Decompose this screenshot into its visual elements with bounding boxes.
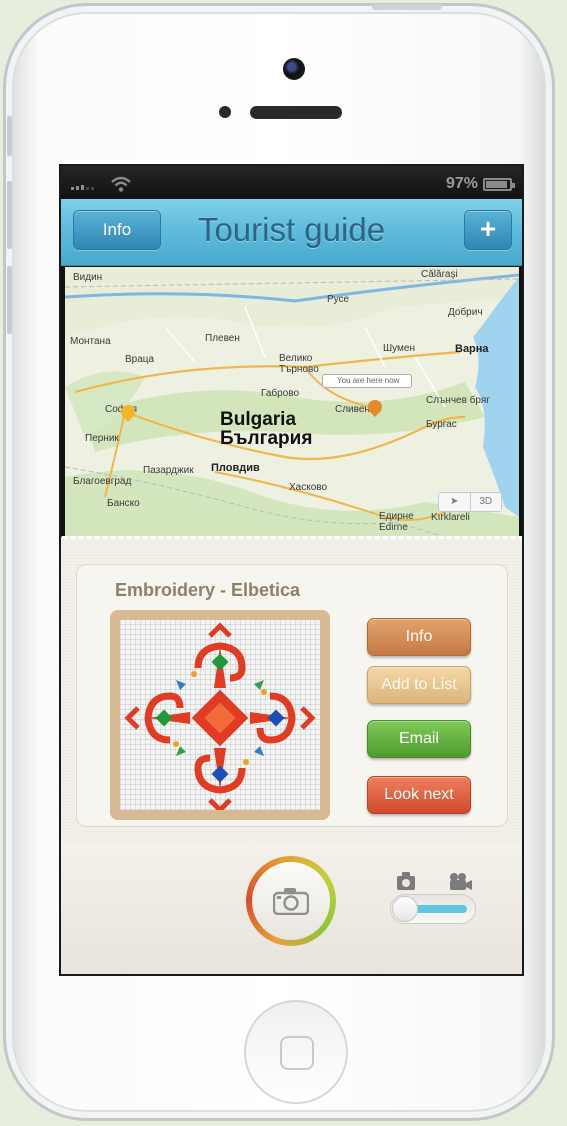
- map-city-label: Плевен: [205, 333, 240, 344]
- earpiece-speaker: [250, 106, 342, 119]
- map-city-label: Русе: [327, 294, 350, 305]
- capture-mode-toggle[interactable]: [390, 894, 476, 924]
- email-button[interactable]: Email: [367, 720, 471, 758]
- map-city-label: Варна: [455, 343, 489, 355]
- map-city-label: Габрово: [261, 388, 300, 399]
- page-title: Tourist guide: [197, 211, 386, 248]
- app-screen: 97% Info Tourist guide + Видин Călărași: [59, 164, 524, 976]
- content-panel: Embroidery - Elbetica Info Add to List E…: [61, 536, 522, 841]
- map-country-label-local: България: [220, 428, 313, 449]
- nav-bar: Info Tourist guide +: [61, 199, 522, 266]
- map-city-label: Пловдив: [211, 462, 260, 474]
- map-city-label: Слънчев бряг: [426, 395, 490, 406]
- volume-up-button: [7, 181, 12, 249]
- map-city-label: Бургас: [426, 419, 457, 430]
- 3d-button[interactable]: 3D: [469, 493, 502, 511]
- item-title: Embroidery - Elbetica: [115, 580, 301, 600]
- map-city-label: Добрич: [448, 307, 483, 318]
- map-view[interactable]: Видин Călărași Русе Добрич Монтана Плеве…: [65, 267, 519, 537]
- volume-down-button: [7, 266, 12, 334]
- wifi-icon: [111, 176, 131, 192]
- shutter-button[interactable]: [246, 856, 336, 946]
- look-next-button[interactable]: Look next: [367, 776, 471, 814]
- map-city-label: Edirne: [379, 522, 408, 533]
- status-bar: 97%: [61, 166, 522, 199]
- item-image-frame[interactable]: [110, 610, 330, 820]
- signal-strength-icon: [71, 185, 94, 190]
- map-country-label: Bulgaria: [220, 409, 297, 430]
- proximity-sensor: [219, 106, 231, 118]
- map-city-label: Kırklareli: [431, 512, 470, 523]
- map-city-label: Шумен: [383, 343, 416, 354]
- front-camera: [283, 58, 305, 80]
- map-city-label: Călărași: [421, 269, 458, 280]
- locate-button[interactable]: ➤: [439, 493, 470, 511]
- map-city-label: Велико Търново: [279, 353, 319, 375]
- map-city-label: Враца: [125, 354, 155, 365]
- power-button: [372, 4, 442, 10]
- capture-bar: [61, 841, 522, 974]
- map-city-label: Банско: [107, 498, 140, 509]
- map-city-label: Сливен: [335, 404, 370, 415]
- capture-mode-icons: [397, 872, 472, 890]
- info-button[interactable]: Info: [367, 618, 471, 656]
- embroidery-pattern-icon: [124, 622, 316, 810]
- map-city-label: Монтана: [70, 336, 111, 347]
- add-button[interactable]: +: [464, 210, 512, 250]
- map-city-label: Едирне: [379, 511, 414, 522]
- battery-icon: [483, 178, 515, 191]
- map-city-label: Перник: [85, 433, 119, 444]
- video-mode-icon: [450, 873, 472, 890]
- torn-edge-divider: [61, 536, 522, 544]
- map-controls: ➤ 3D: [438, 492, 502, 512]
- embroidery-image: [120, 620, 320, 810]
- toggle-knob[interactable]: [392, 896, 418, 922]
- camera-icon: [273, 888, 309, 915]
- item-card: Embroidery - Elbetica Info Add to List E…: [76, 564, 508, 827]
- photo-mode-icon: [397, 872, 415, 890]
- you-are-here-callout[interactable]: You are here now: [322, 374, 412, 388]
- map-city-label: Хасково: [289, 482, 328, 493]
- mute-switch: [7, 116, 12, 156]
- battery-percent: 97%: [445, 175, 478, 192]
- map-city-label: Благоевград: [73, 476, 132, 487]
- add-to-list-button[interactable]: Add to List: [367, 666, 471, 704]
- home-button[interactable]: [244, 1000, 348, 1104]
- map-city-label: Пазарджик: [143, 465, 194, 476]
- home-square-icon: [280, 1036, 314, 1070]
- map-city-label: Видин: [73, 272, 103, 283]
